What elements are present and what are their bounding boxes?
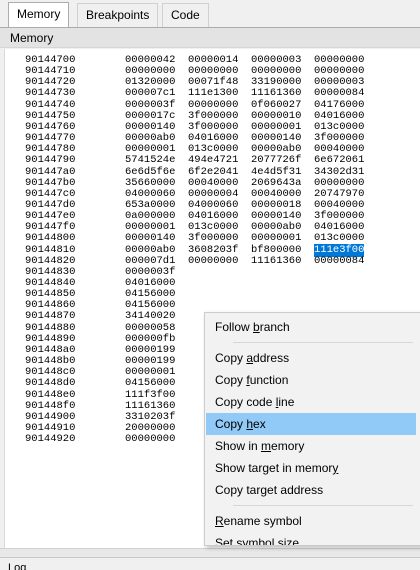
tab-bar: Memory Breakpoints Code bbox=[0, 0, 420, 28]
menu-separator bbox=[233, 342, 413, 343]
memory-word[interactable]: 00000000 bbox=[125, 433, 175, 446]
context-menu: Follow branch Copy address Copy function Co… bbox=[204, 312, 420, 546]
menu-separator bbox=[233, 505, 413, 506]
memory-address: 90144920 bbox=[25, 433, 76, 446]
menu-item-follow-branch[interactable]: Follow branch bbox=[206, 316, 416, 338]
menu-item-copy-address[interactable]: Copy address bbox=[206, 347, 416, 369]
menu-item-show-target-in-memory[interactable]: Show target in memory bbox=[206, 457, 416, 479]
log-panel-header: Log bbox=[0, 557, 420, 570]
menu-item-copy-hex[interactable]: Copy hex bbox=[206, 413, 416, 435]
menu-item-copy-target-address[interactable]: Copy target address bbox=[206, 479, 416, 501]
memory-panel-title: Memory bbox=[0, 28, 420, 48]
menu-item-set-symbol-size[interactable]: Set symbol size bbox=[206, 532, 416, 545]
menu-item-rename-symbol[interactable]: Rename symbol bbox=[206, 510, 416, 532]
menu-item-show-in-memory[interactable]: Show in memory bbox=[206, 435, 416, 457]
tab-memory[interactable]: Memory bbox=[8, 2, 70, 28]
menu-item-copy-code-line[interactable]: Copy code line bbox=[206, 391, 416, 413]
tab-code[interactable]: Code bbox=[162, 3, 209, 27]
menu-item-copy-function[interactable]: Copy function bbox=[206, 369, 416, 391]
horizontal-scrollbar[interactable] bbox=[0, 548, 420, 557]
tab-breakpoints[interactable]: Breakpoints bbox=[77, 3, 159, 27]
